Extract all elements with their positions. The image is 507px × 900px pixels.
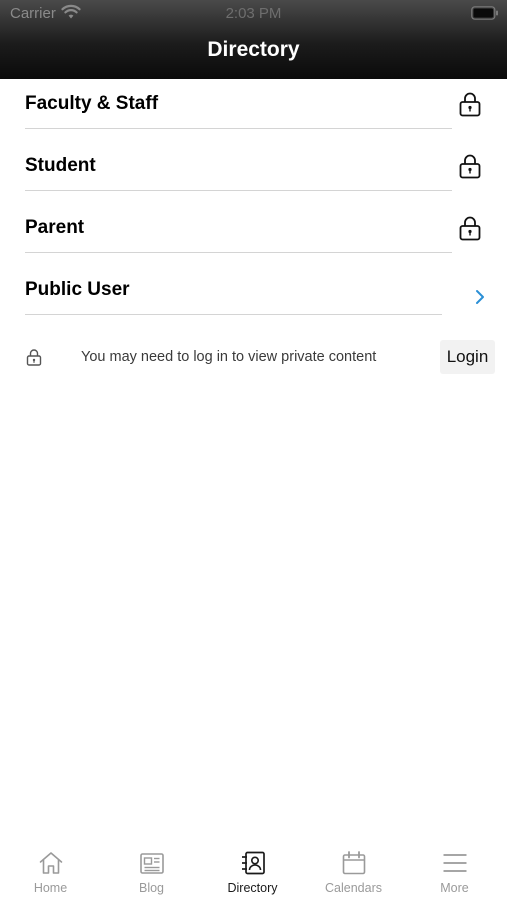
row-divider bbox=[25, 190, 452, 191]
home-icon bbox=[39, 852, 63, 874]
directory-item-public-user[interactable]: Public User bbox=[0, 265, 507, 327]
tab-label: Calendars bbox=[325, 881, 382, 895]
menu-icon bbox=[443, 854, 467, 872]
page-title: Directory bbox=[207, 38, 300, 61]
directory-item-label: Student bbox=[25, 155, 96, 176]
directory-item-label: Parent bbox=[25, 217, 85, 238]
status-time: 2:03 PM bbox=[225, 5, 282, 22]
tab-blog[interactable]: Blog bbox=[101, 838, 202, 900]
tab-directory[interactable]: Directory bbox=[202, 838, 303, 900]
tab-label: Blog bbox=[138, 881, 165, 895]
tab-home[interactable]: Home bbox=[0, 838, 101, 900]
calendar-icon bbox=[342, 851, 366, 875]
chevron-right-icon bbox=[476, 290, 484, 304]
tab-label: More bbox=[440, 881, 469, 895]
newspaper-icon bbox=[140, 853, 164, 874]
tab-label: Home bbox=[33, 881, 68, 895]
row-divider bbox=[25, 128, 452, 129]
row-divider bbox=[25, 314, 442, 315]
lock-icon bbox=[26, 349, 42, 366]
tab-bar: Home Blog Directory Calendars More bbox=[0, 838, 507, 900]
tab-more[interactable]: More bbox=[404, 838, 505, 900]
nav-header: Carrier 2:03 PM Directory bbox=[0, 0, 507, 79]
directory-item-faculty-staff[interactable]: Faculty & Staff bbox=[0, 79, 507, 141]
contacts-icon bbox=[242, 851, 265, 875]
directory-item-label: Faculty & Staff bbox=[25, 93, 159, 114]
login-button[interactable]: Login bbox=[440, 340, 495, 374]
directory-item-parent[interactable]: Parent bbox=[0, 203, 507, 265]
lock-icon bbox=[459, 154, 481, 179]
status-bar: Carrier 2:03 PM bbox=[0, 0, 507, 28]
directory-item-student[interactable]: Student bbox=[0, 141, 507, 203]
directory-item-label: Public User bbox=[25, 279, 130, 300]
row-divider bbox=[25, 252, 452, 253]
tab-label: Directory bbox=[227, 881, 278, 895]
lock-icon bbox=[459, 216, 481, 241]
login-notice: You may need to log in to view private c… bbox=[0, 340, 507, 374]
tab-calendars[interactable]: Calendars bbox=[303, 838, 404, 900]
battery-icon bbox=[471, 6, 498, 20]
lock-icon bbox=[459, 92, 481, 117]
login-notice-text: You may need to log in to view private c… bbox=[81, 349, 377, 365]
